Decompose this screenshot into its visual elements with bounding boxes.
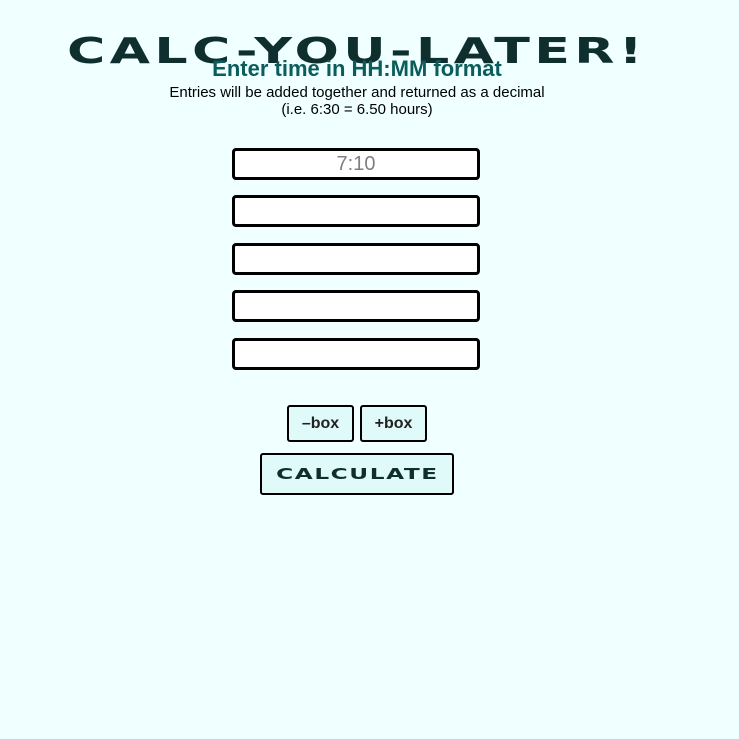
time-input-1[interactable] [232, 148, 480, 180]
time-input-3[interactable] [232, 243, 480, 275]
time-input-2[interactable] [232, 195, 480, 227]
time-input-5[interactable] [232, 338, 480, 370]
instructions-example: (i.e. 6:30 = 6.50 hours) [281, 101, 433, 118]
remove-box-button[interactable]: –box [287, 405, 354, 442]
time-input-4[interactable] [232, 290, 480, 322]
calculate-button[interactable]: CALCULATE [260, 453, 454, 495]
add-box-button[interactable]: +box [360, 405, 427, 442]
instructions-heading: Enter time in HH:MM format [212, 56, 502, 81]
instructions-text: Entries will be added together and retur… [169, 84, 545, 101]
calculate-button-label: CALCULATE [275, 465, 439, 483]
